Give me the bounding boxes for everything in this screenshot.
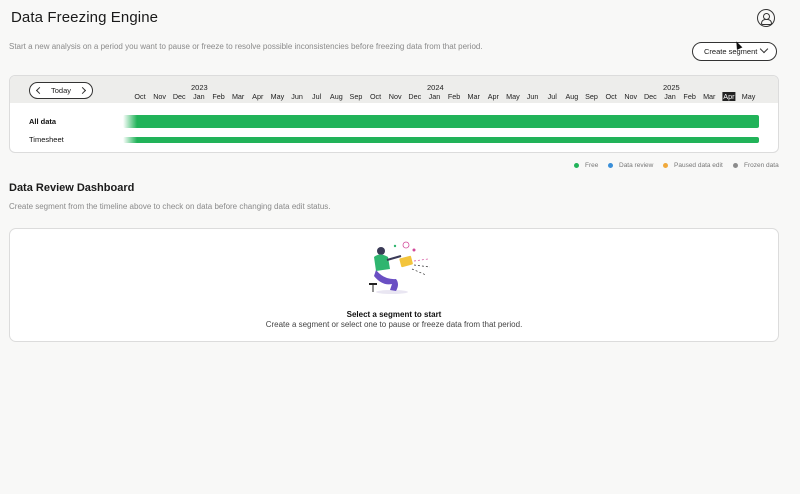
legend-dot [608,163,613,168]
empty-state-illustration [369,241,431,294]
legend-label: Paused data edit [674,162,723,169]
legend-dot [733,163,738,168]
legend-label: Data review [619,162,654,169]
timeline-month-label: Aug [565,92,579,101]
timeline-month-label: Apr [722,92,736,101]
timeline-month-label: Jan [428,92,441,101]
page-title: Data Freezing Engine [11,9,159,26]
legend-item-frozen: Frozen data [733,162,779,169]
empty-state-title: Select a segment to start [346,310,442,319]
timeline-month-label: Feb [212,92,225,101]
timeline-month-label: Nov [624,92,638,101]
timeline-month-label: Nov [153,92,167,101]
legend-item-paused: Paused data edit [663,162,723,169]
timeline-month-label: Mar [703,92,716,101]
chevron-right-icon[interactable] [78,86,87,95]
legend-dot [574,163,579,168]
timeline-month-label: Dec [408,92,422,101]
timeline-month-label: May [741,92,756,101]
empty-state-subtitle: Create a segment or select one to pause … [265,320,523,329]
timeline-month-label: May [506,92,520,101]
year-label: 2023 [191,83,208,92]
legend-item-data-review: Data review [608,162,653,169]
timeline-month-label: Mar [467,92,480,101]
timeline-month-label: Mar [231,92,245,101]
timeline-month-label: Jul [312,92,322,101]
legend-label: Frozen data [744,162,779,169]
timeline-month-label: Feb [683,92,696,101]
timeline-month-label: Nov [388,92,402,101]
timeline-bar-timesheet[interactable] [123,137,759,143]
timeline-row-label: All data [29,117,57,126]
page-intro: Start a new analysis on a period you wan… [9,42,483,51]
dashboard-subtitle: Create segment from the timeline above t… [9,202,331,211]
timeline-month-label: Oct [369,92,382,101]
user-avatar-icon[interactable] [757,9,775,27]
timeline-month-label: Jun [526,92,539,101]
timeline-card: Today 2023 2024 2025 Oct Nov Dec Jan Feb Mar A… [9,75,779,153]
empty-state-card: Select a segment to start Create a segme… [9,228,779,342]
year-label: 2024 [427,83,444,92]
timeline-month-label: Dec [172,92,186,101]
legend-item-free: Free [574,162,598,169]
timeline-month-label: Aug [329,92,343,101]
timeline-row-label: Timesheet [29,135,64,144]
timeline-month-label: Sep [585,92,598,101]
today-label: Today [50,86,71,95]
timeline-bar-all-data[interactable] [123,115,759,128]
chevron-left-icon[interactable] [35,86,44,95]
timeline-month-label: Feb [447,92,461,101]
timeline-month-label: Oct [134,92,146,101]
timeline-month-label: Sep [349,92,363,101]
dashboard-title: Data Review Dashboard [9,182,135,194]
chevron-down-icon [759,44,769,54]
create-segment-label: Create segment [704,47,758,56]
legend-dot [663,163,668,168]
timeline-month-label: Dec [643,92,657,101]
timeline-header: Today 2023 2024 2025 Oct Nov Dec Jan Feb Mar A… [10,76,778,103]
timeline-month-label: Jul [547,92,557,101]
timeline-month-label: Apr [487,92,499,101]
today-button[interactable]: Today [29,82,93,99]
timeline-month-label: Oct [605,92,617,101]
timeline-month-label: Jun [291,92,303,101]
timeline-month-label: May [270,92,285,101]
timeline-month-label: Apr [252,92,264,101]
legend-label: Free [585,162,599,169]
timeline-month-label: Jan [664,92,676,101]
timeline-month-label: Jan [193,92,205,101]
year-label: 2025 [663,83,680,92]
